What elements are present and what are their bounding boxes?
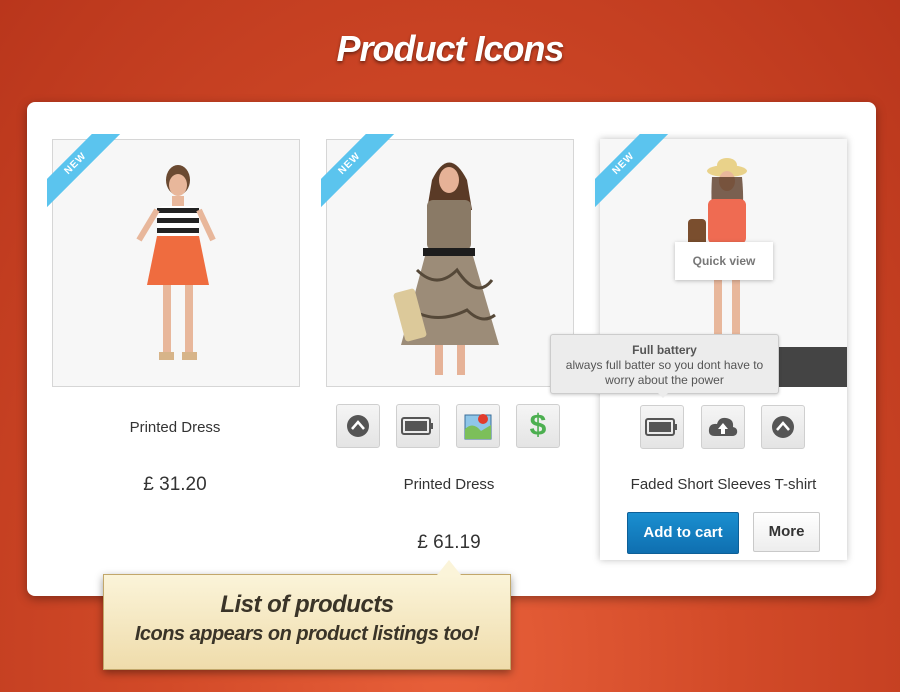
product-name[interactable]: Printed Dress <box>326 476 572 493</box>
new-badge-label: NEW <box>47 134 122 210</box>
battery-icon <box>401 417 433 435</box>
new-badge-label: NEW <box>595 134 670 210</box>
callout-title: List of products <box>220 591 394 618</box>
up-arrow-icon <box>772 416 794 438</box>
new-ribbon: NEW <box>321 134 401 214</box>
more-button[interactable]: More <box>753 512 820 552</box>
map-icon <box>464 414 492 440</box>
new-badge-label: NEW <box>321 134 396 210</box>
callout-subtitle: Icons appears on product listings too! <box>134 623 480 645</box>
product-price: £ 31.20 <box>143 474 207 495</box>
battery-icon-button[interactable] <box>396 404 440 448</box>
page-title: Product Icons <box>336 28 564 69</box>
product-name[interactable]: Faded Short Sleeves T-shirt <box>600 476 847 493</box>
battery-icon-button[interactable] <box>640 405 684 449</box>
quick-view-button[interactable]: Quick view <box>675 242 773 280</box>
dollar-icon: $ <box>529 409 547 442</box>
up-arrow-icon-button[interactable] <box>761 405 805 449</box>
up-arrow-icon <box>347 415 369 437</box>
product-list-panel: NEW Printed Dress £ 31.20 NEW $ Printed … <box>27 102 876 596</box>
cloud-upload-icon-button[interactable] <box>701 405 745 449</box>
product-card-hovered: NEW Quick view Full battery always full … <box>550 134 847 560</box>
up-arrow-icon-button[interactable] <box>336 404 380 448</box>
product-price: £ 61.19 <box>417 532 481 553</box>
tooltip-text: always full batter so you dont have to w… <box>565 358 764 387</box>
cloud-upload-icon <box>708 417 738 436</box>
dollar-icon-button[interactable]: $ <box>516 404 560 448</box>
tooltip-arrow <box>656 391 670 398</box>
battery-icon <box>645 418 677 436</box>
new-ribbon: NEW <box>47 134 127 214</box>
add-to-cart-button[interactable]: Add to cart <box>627 512 739 554</box>
callout-arrow <box>437 560 461 575</box>
tooltip-title: Full battery <box>632 343 697 357</box>
product-name[interactable]: Printed Dress <box>52 419 298 436</box>
map-icon-button[interactable] <box>456 404 500 448</box>
new-ribbon: NEW <box>595 134 675 214</box>
icon-tooltip: Full battery always full batter so you d… <box>550 334 779 394</box>
callout-box: List of products Icons appears on produc… <box>103 574 511 670</box>
